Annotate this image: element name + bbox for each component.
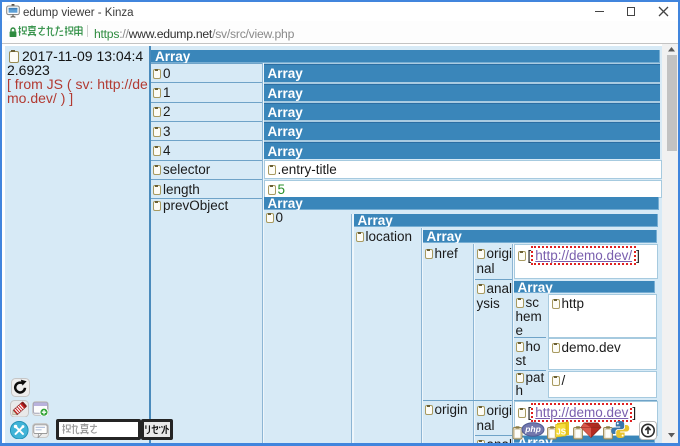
svg-text:php: php [524,424,541,434]
svg-text:JS: JS [556,428,566,437]
